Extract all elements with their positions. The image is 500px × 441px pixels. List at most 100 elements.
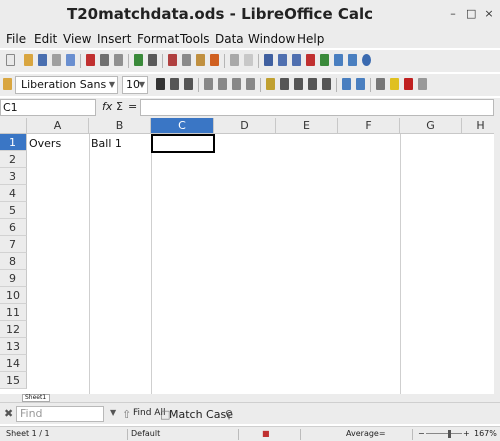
zoom-level[interactable]: 167% bbox=[474, 427, 497, 441]
redo-icon[interactable] bbox=[244, 54, 253, 66]
font-name-combobox[interactable]: Liberation Sans ▼ bbox=[15, 76, 118, 94]
justify-icon[interactable] bbox=[246, 78, 255, 90]
paste-icon[interactable] bbox=[196, 54, 205, 66]
row-header-13[interactable]: 13 bbox=[0, 338, 27, 355]
export-pdf-icon[interactable] bbox=[86, 54, 95, 66]
sheet-tab[interactable]: Sheet1 bbox=[22, 394, 50, 402]
row-header-8[interactable]: 8 bbox=[0, 253, 27, 270]
menu-insert[interactable]: Insert bbox=[97, 32, 131, 46]
menu-format[interactable]: Format bbox=[137, 32, 179, 46]
decrease-indent-icon[interactable] bbox=[342, 78, 351, 90]
help-icon[interactable] bbox=[362, 54, 371, 66]
find-input[interactable]: Find bbox=[16, 406, 104, 422]
cut-icon[interactable] bbox=[168, 54, 177, 66]
cell-a1[interactable]: Overs bbox=[28, 135, 61, 152]
menu-edit[interactable]: Edit bbox=[34, 32, 57, 46]
close-icon[interactable]: × bbox=[484, 8, 494, 20]
row-header-7[interactable]: 7 bbox=[0, 236, 27, 253]
match-case-checkbox[interactable]: Match Case bbox=[169, 408, 233, 421]
cell-b1[interactable]: Ball 1 bbox=[90, 135, 122, 152]
bold-icon[interactable] bbox=[156, 78, 165, 90]
copy-icon[interactable] bbox=[182, 54, 191, 66]
row-header-6[interactable]: 6 bbox=[0, 219, 27, 236]
cell-c1-active[interactable] bbox=[151, 134, 215, 153]
row-header-14[interactable]: 14 bbox=[0, 355, 27, 372]
row-header-15[interactable]: 15 bbox=[0, 372, 27, 389]
close-icon[interactable]: ✖ bbox=[4, 407, 13, 420]
zoom-out-icon[interactable]: − bbox=[418, 427, 425, 441]
column-header-f[interactable]: F bbox=[338, 118, 400, 134]
navigator-icon[interactable] bbox=[348, 54, 357, 66]
clone-formatting-icon[interactable] bbox=[210, 54, 219, 66]
delete-decimal-icon[interactable] bbox=[322, 78, 331, 90]
menu-data[interactable]: Data bbox=[215, 32, 244, 46]
spreadsheet-grid[interactable]: A B C D E F G H 1 2 3 4 5 6 7 8 9 10 11 … bbox=[0, 118, 500, 394]
row-header-4[interactable]: 4 bbox=[0, 185, 27, 202]
row-header-9[interactable]: 9 bbox=[0, 270, 27, 287]
row-header-5[interactable]: 5 bbox=[0, 202, 27, 219]
name-box[interactable]: C1 bbox=[0, 99, 96, 116]
column-header-d[interactable]: D bbox=[214, 118, 276, 134]
row-header-2[interactable]: 2 bbox=[0, 151, 27, 168]
autospellcheck-icon[interactable] bbox=[148, 54, 157, 66]
minimize-icon[interactable]: – bbox=[448, 8, 458, 20]
column-header-a[interactable]: A bbox=[27, 118, 89, 134]
menu-tools[interactable]: Tools bbox=[180, 32, 210, 46]
menu-window[interactable]: Window bbox=[248, 32, 295, 46]
column-header-e[interactable]: E bbox=[276, 118, 338, 134]
column-header-c[interactable]: C bbox=[151, 118, 214, 134]
zoom-slider-handle[interactable] bbox=[448, 430, 451, 438]
search-icon[interactable]: ⚲ bbox=[225, 408, 233, 421]
more-options-icon[interactable] bbox=[418, 78, 427, 90]
borders-icon[interactable] bbox=[376, 78, 385, 90]
save-icon[interactable] bbox=[38, 54, 47, 66]
spellcheck-icon[interactable] bbox=[134, 54, 143, 66]
align-center-icon[interactable] bbox=[218, 78, 227, 90]
italic-icon[interactable] bbox=[170, 78, 179, 90]
formula-input[interactable] bbox=[140, 99, 494, 116]
styles-icon[interactable] bbox=[3, 78, 12, 90]
insert-chart-icon[interactable] bbox=[306, 54, 315, 66]
row-header-10[interactable]: 10 bbox=[0, 287, 27, 304]
menu-view[interactable]: View bbox=[63, 32, 91, 46]
print-preview-icon[interactable] bbox=[114, 54, 123, 66]
row-header-3[interactable]: 3 bbox=[0, 168, 27, 185]
sum-icon[interactable]: Σ bbox=[116, 100, 123, 113]
select-all-corner[interactable] bbox=[0, 118, 27, 134]
underline-icon[interactable] bbox=[184, 78, 193, 90]
hyperlink-icon[interactable] bbox=[264, 54, 273, 66]
edit-file-icon[interactable] bbox=[66, 54, 75, 66]
undo-icon[interactable] bbox=[230, 54, 239, 66]
font-color-icon[interactable] bbox=[404, 78, 413, 90]
print-icon[interactable] bbox=[100, 54, 109, 66]
sort-descending-icon[interactable] bbox=[292, 54, 301, 66]
open-folder-icon[interactable] bbox=[24, 54, 33, 66]
pivot-table-icon[interactable] bbox=[320, 54, 329, 66]
menu-file[interactable]: File bbox=[6, 32, 26, 46]
formula-icon[interactable]: = bbox=[128, 100, 137, 113]
find-replace-icon[interactable] bbox=[334, 54, 343, 66]
sort-ascending-icon[interactable] bbox=[278, 54, 287, 66]
maximize-icon[interactable]: □ bbox=[466, 8, 476, 20]
align-left-icon[interactable] bbox=[204, 78, 213, 90]
column-header-g[interactable]: G bbox=[400, 118, 462, 134]
increase-indent-icon[interactable] bbox=[356, 78, 365, 90]
zoom-slider[interactable] bbox=[426, 433, 462, 434]
align-right-icon[interactable] bbox=[232, 78, 241, 90]
find-previous-icon[interactable]: ⇧ bbox=[122, 408, 131, 421]
percent-format-icon[interactable] bbox=[280, 78, 289, 90]
row-header-12[interactable]: 12 bbox=[0, 321, 27, 338]
add-decimal-icon[interactable] bbox=[308, 78, 317, 90]
menu-help[interactable]: Help bbox=[297, 32, 324, 46]
column-header-b[interactable]: B bbox=[89, 118, 151, 134]
email-icon[interactable] bbox=[52, 54, 61, 66]
background-color-icon[interactable] bbox=[390, 78, 399, 90]
number-format-icon[interactable] bbox=[294, 78, 303, 90]
zoom-in-icon[interactable]: + bbox=[463, 427, 470, 441]
new-document-icon[interactable] bbox=[6, 54, 15, 66]
function-wizard-icon[interactable]: fx bbox=[102, 100, 112, 113]
row-header-11[interactable]: 11 bbox=[0, 304, 27, 321]
font-size-combobox[interactable]: 10 ▼ bbox=[122, 76, 148, 94]
chevron-down-icon[interactable]: ▼ bbox=[110, 408, 116, 417]
row-header-1[interactable]: 1 bbox=[0, 134, 27, 151]
